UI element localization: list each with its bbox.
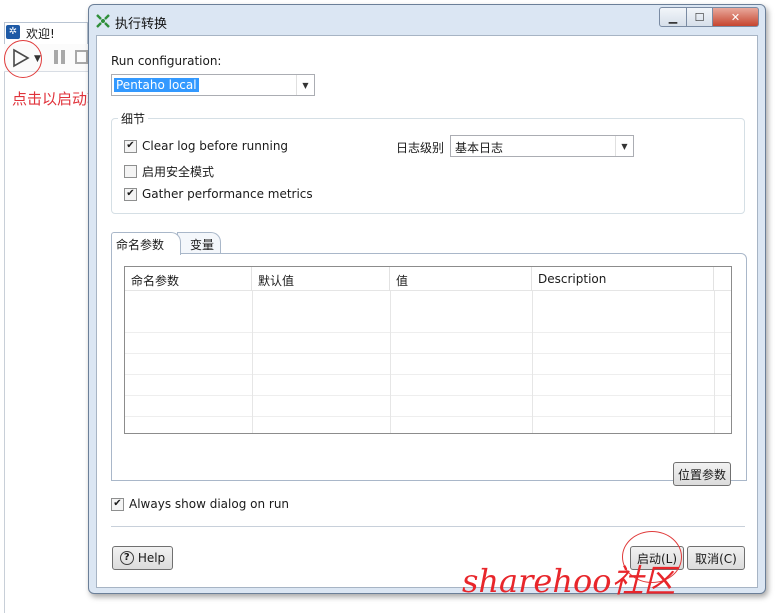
column-header-name[interactable]: 命名参数	[125, 267, 252, 291]
run-configuration-select[interactable]: Pentaho local ▼	[111, 74, 315, 96]
checkbox-checked-icon[interactable]: ✔	[124, 187, 137, 201]
tab-named-parameters-label: 命名参数	[116, 238, 165, 252]
table-row[interactable]	[125, 312, 731, 333]
spoon-icon: ✲	[6, 25, 20, 39]
help-button[interactable]: ? Help	[112, 546, 173, 570]
clear-log-checkbox[interactable]: ✔ Clear log before running	[124, 139, 288, 153]
column-header-default[interactable]: 默认值	[252, 267, 390, 291]
welcome-tab-label: 欢迎!	[26, 27, 55, 41]
watermark: sharehoo社区	[462, 562, 676, 600]
gather-metrics-label: Gather performance metrics	[142, 187, 313, 201]
checkbox-checked-icon[interactable]: ✔	[124, 139, 137, 153]
column-header-value[interactable]: 值	[390, 267, 532, 291]
log-level-value: 基本日志	[455, 141, 504, 155]
details-legend: 细节	[118, 110, 149, 127]
column-divider	[390, 291, 391, 433]
run-configuration-value: Pentaho local	[114, 78, 199, 92]
canvas	[4, 72, 90, 613]
position-params-button[interactable]: 位置参数	[673, 462, 731, 486]
checkbox-checked-icon[interactable]: ✔	[111, 497, 124, 511]
stop-icon[interactable]	[75, 50, 88, 64]
dialog-body: Run configuration: Pentaho local ▼ 细节 ✔ …	[96, 35, 758, 588]
help-icon: ?	[119, 551, 134, 565]
gather-metrics-checkbox[interactable]: ✔ Gather performance metrics	[124, 187, 313, 201]
tab-panel: 命名参数 默认值 值 Description 位置参数	[111, 253, 747, 486]
tab-named-parameters[interactable]: 命名参数	[111, 232, 181, 255]
checkbox-unchecked-icon[interactable]	[124, 165, 137, 178]
minimize-icon[interactable]: ▁	[659, 7, 687, 27]
always-show-label: Always show dialog on run	[129, 497, 290, 511]
separator	[111, 526, 745, 527]
table-row[interactable]	[125, 333, 731, 354]
log-level-select[interactable]: 基本日志 ▼	[450, 135, 634, 157]
column-divider	[714, 291, 715, 433]
window-controls: ▁ ☐ ✕	[659, 7, 759, 27]
run-configuration-label: Run configuration:	[111, 54, 222, 68]
execute-transformation-dialog: 执行转换 ▁ ☐ ✕ Run configuration: Pentaho lo…	[88, 4, 766, 594]
clear-log-label: Clear log before running	[142, 139, 289, 153]
always-show-checkbox[interactable]: ✔ Always show dialog on run	[111, 497, 289, 511]
maximize-icon[interactable]: ☐	[687, 7, 713, 27]
close-icon[interactable]: ✕	[713, 7, 759, 27]
column-divider	[252, 291, 253, 433]
safe-mode-label: 启用安全模式	[142, 165, 215, 179]
help-label: Help	[137, 551, 166, 565]
parameters-tabs: 变量 命名参数 命名参数 默认值 值 Description 位置参数	[111, 232, 747, 486]
tab-variables-label: 变量	[190, 238, 215, 252]
pause-icon[interactable]	[54, 50, 66, 64]
column-header-description[interactable]: Description	[532, 267, 714, 291]
log-level-label: 日志级别	[396, 141, 445, 155]
chevron-down-icon[interactable]: ▼	[615, 136, 633, 156]
dialog-title: 执行转换	[115, 17, 168, 32]
table-header: 命名参数 默认值 值 Description	[125, 267, 731, 291]
parameters-table[interactable]: 命名参数 默认值 值 Description	[124, 266, 732, 434]
table-row[interactable]	[125, 354, 731, 375]
column-divider	[532, 291, 533, 433]
chevron-down-icon[interactable]: ▼	[296, 75, 314, 95]
transformation-icon	[96, 14, 110, 28]
cancel-button[interactable]: 取消(C)	[687, 546, 745, 570]
safe-mode-checkbox[interactable]: 启用安全模式	[124, 163, 214, 180]
tab-variables[interactable]: 变量	[177, 232, 221, 254]
title-bar[interactable]: 执行转换 ▁ ☐ ✕	[89, 5, 765, 35]
table-row[interactable]	[125, 417, 731, 433]
table-row[interactable]	[125, 375, 731, 396]
table-row[interactable]	[125, 396, 731, 417]
